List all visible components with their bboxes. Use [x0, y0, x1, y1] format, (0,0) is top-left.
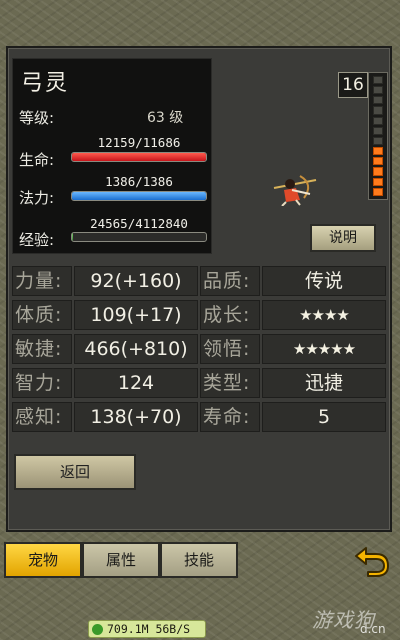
mp-text: 1386/1386: [105, 174, 173, 189]
attribute-value: 92(+160): [74, 266, 198, 296]
pet-name: 弓灵: [21, 71, 70, 96]
watermark: 游戏狗 d.cn: [312, 604, 398, 638]
attribute-label: 寿命:: [200, 402, 260, 432]
pet-sprite-icon: [273, 175, 317, 206]
gauge-cell: [373, 75, 383, 85]
attribute-value: ★★★★★: [262, 334, 386, 364]
attribute-value: 109(+17): [74, 300, 198, 330]
gauge-cell: [373, 147, 383, 156]
gauge-cell: [373, 86, 383, 95]
pet-info-box: 弓灵 等级: 63 级 12159/11686 生命: 1386/1386 法力…: [12, 58, 212, 254]
hp-bar-fill: [72, 153, 206, 161]
attribute-label: 领悟:: [200, 334, 260, 364]
gauge-cell: [373, 157, 383, 166]
gauge-cell: [373, 106, 383, 115]
attribute-label: 品质:: [200, 266, 260, 296]
attribute-label: 体质:: [12, 300, 72, 330]
tab-attributes[interactable]: 属性: [82, 542, 160, 578]
status-bar-text: 709.1M 56B/S: [107, 622, 191, 636]
return-button[interactable]: 返回: [14, 454, 136, 490]
attribute-label: 成长:: [200, 300, 260, 330]
gauge-cell: [373, 96, 383, 105]
attribute-value: 迅捷: [262, 368, 386, 398]
gauge-cell: [373, 136, 383, 146]
tab-pet[interactable]: 宠物: [4, 542, 82, 578]
tab-skills[interactable]: 技能: [160, 542, 238, 578]
attribute-value: ★★★★: [262, 300, 386, 330]
attribute-value: 传说: [262, 266, 386, 296]
attribute-value: 138(+70): [74, 402, 198, 432]
network-icon: [92, 624, 103, 635]
exp-bar: [71, 232, 207, 242]
attribute-label: 敏捷:: [12, 334, 72, 364]
gauge-cell: [373, 116, 383, 125]
mp-bar-fill: [72, 192, 206, 200]
gauge-cell: [373, 126, 383, 135]
watermark-domain: d.cn: [360, 622, 386, 636]
hp-label: 生命:: [19, 151, 55, 169]
gauge-cell: [373, 187, 383, 196]
exp-label: 经验:: [19, 231, 55, 249]
exp-text: 24565/4112840: [90, 216, 188, 231]
mp-bar: [71, 191, 207, 201]
level-label: 等级:: [19, 109, 55, 127]
gauge-cell: [373, 177, 383, 186]
attribute-label: 智力:: [12, 368, 72, 398]
hp-text: 12159/11686: [97, 135, 181, 150]
loyalty-value-badge: 16: [338, 72, 368, 98]
gauge-cell: [373, 167, 383, 176]
level-value: 63 级: [147, 110, 184, 126]
exp-bar-fill: [72, 233, 73, 241]
explain-button[interactable]: 说明: [310, 224, 376, 252]
return-arrow-icon[interactable]: [352, 540, 392, 580]
attribute-label: 力量:: [12, 266, 72, 296]
loyalty-gauge: [368, 72, 388, 200]
attribute-value: 5: [262, 402, 386, 432]
hp-bar: [71, 152, 207, 162]
status-bar: 709.1M 56B/S: [88, 620, 206, 638]
attribute-label: 类型:: [200, 368, 260, 398]
attribute-grid: 力量: 92(+160) 品质: 传说体质: 109(+17) 成长: ★★★★ 敏捷: 466…: [12, 266, 390, 438]
mp-label: 法力:: [19, 189, 55, 207]
attribute-label: 感知:: [12, 402, 72, 432]
attribute-value: 466(+810): [74, 334, 198, 364]
attribute-value: 124: [74, 368, 198, 398]
